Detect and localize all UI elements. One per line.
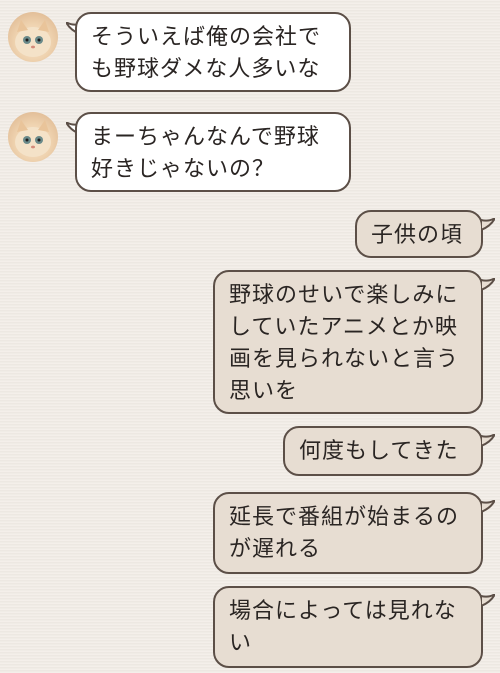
message-bubble[interactable]: 野球のせいで楽しみに していたアニメとか映 画を見られないと言う 思いを (213, 270, 483, 414)
chat-thread: そういえば俺の会社で も野球ダメな人多いな まーちゃんなんで野球 好きじゃないの… (0, 0, 500, 673)
cat-avatar-icon[interactable] (8, 12, 58, 62)
message-bubble[interactable]: 場合によっては見れな い (213, 586, 483, 668)
bubble-tail (481, 218, 495, 232)
bubble-tail (481, 278, 495, 292)
message-bubble[interactable]: 子供の頃 (355, 210, 483, 258)
outgoing-message-row: 野球のせいで楽しみに していたアニメとか映 画を見られないと言う 思いを (0, 264, 500, 416)
bubble-tail (481, 434, 495, 448)
message-bubble[interactable]: まーちゃんなんで野球 好きじゃないの？ (75, 112, 351, 192)
cat-avatar-icon[interactable] (8, 112, 58, 162)
outgoing-message-row: 子供の頃 (0, 200, 500, 260)
incoming-message-row: そういえば俺の会社で も野球ダメな人多いな (0, 0, 500, 100)
bubble-tail (481, 500, 495, 514)
message-bubble[interactable]: そういえば俺の会社で も野球ダメな人多いな (75, 12, 351, 92)
message-bubble[interactable]: 延長で番組が始まるの が遅れる (213, 492, 483, 574)
bubble-tail (481, 594, 495, 608)
message-bubble[interactable]: 何度もしてきた (283, 426, 483, 476)
outgoing-message-row: 場合によっては見れな い (0, 580, 500, 670)
incoming-message-row: まーちゃんなんで野球 好きじゃないの？ (0, 100, 500, 200)
outgoing-message-row: 何度もしてきた (0, 420, 500, 482)
outgoing-message-row: 延長で番組が始まるの が遅れる (0, 486, 500, 576)
